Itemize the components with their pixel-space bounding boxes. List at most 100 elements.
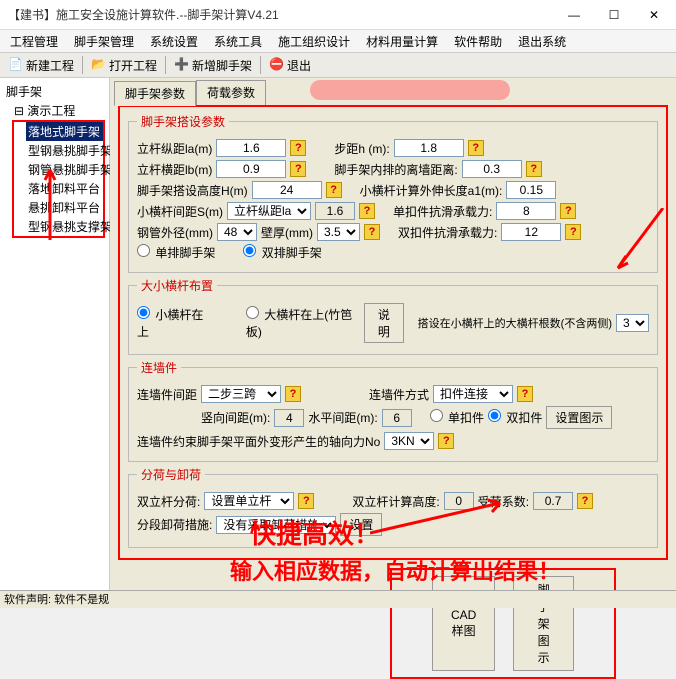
arrow-annotation [608,208,668,328]
label: 竖向间距(m): [201,409,270,426]
menu-item[interactable]: 材料用量计算 [360,31,444,52]
tree-root[interactable]: 脚手架 [4,82,105,101]
th-select[interactable]: 3.5 [317,223,360,241]
help-icon[interactable]: ? [468,140,484,156]
label: 双立杆分荷: [137,493,200,510]
label: 搭设在小横杆上的大横杆根数(不含两侧) [418,315,612,331]
toolbar: 📄新建工程 📂打开工程 ➕新增脚手架 ⛔退出 [0,52,676,78]
menu-item[interactable]: 脚手架管理 [68,31,140,52]
maximize-button[interactable]: ☐ [600,5,628,25]
exit-button[interactable]: ⛔退出 [265,55,315,76]
tab-scaffold-params[interactable]: 脚手架参数 [114,81,196,106]
help-icon[interactable]: ? [438,433,454,449]
new-project-button[interactable]: 📄新建工程 [4,55,78,76]
tool-label: 新建工程 [26,57,74,74]
fieldset-legend: 大小横杆布置 [137,277,217,294]
help-icon[interactable]: ? [577,493,593,509]
close-button[interactable]: ✕ [640,5,668,25]
menu-item[interactable]: 系统设置 [144,31,204,52]
arrow-annotation [20,160,80,240]
radio-single[interactable]: 单排脚手架 [137,244,215,261]
jj-select[interactable]: 二步三跨 [201,385,281,403]
fieldset-legend: 脚手架搭设参数 [137,113,229,130]
tab-load-params[interactable]: 荷载参数 [196,80,266,105]
radio-big-top[interactable]: 大横杆在上(竹笆板) [246,306,360,340]
fl-select[interactable]: 设置单立杆 [204,492,294,510]
dan-input[interactable] [496,202,556,220]
new-icon: 📄 [8,57,24,73]
label: 步距h (m): [334,140,389,157]
label: 连墙件约束脚手架平面外变形产生的轴向力No [137,433,380,450]
tool-label: 新增脚手架 [192,57,252,74]
label: 双扣件抗滑承载力: [398,224,497,241]
menu-item[interactable]: 施工组织设计 [272,31,356,52]
menu-bar: 工程管理 脚手架管理 系统设置 系统工具 施工组织设计 材料用量计算 软件帮助 … [0,30,676,52]
od-select[interactable]: 48 [217,223,257,241]
label: 小横杆计算外伸长度a1(m): [360,182,503,199]
sp-value [382,409,412,427]
radio-single-clip[interactable]: 单扣件 [430,409,484,426]
label: 立杆横距lb(m) [137,161,212,178]
shuang-input[interactable] [501,223,561,241]
help-icon[interactable]: ? [290,161,306,177]
h-input[interactable] [394,139,464,157]
radio-double-clip[interactable]: 双扣件 [488,409,542,426]
tool-label: 打开工程 [109,57,157,74]
arrow-annotation [370,498,510,538]
fieldset-legend: 分荷与卸荷 [137,466,205,483]
radio-double[interactable]: 双排脚手架 [243,244,321,261]
diagram-button[interactable]: 设置图示 [546,406,612,429]
label: 连墙件间距 [137,386,197,403]
no-select[interactable]: 3KN [384,432,434,450]
menu-item[interactable]: 退出系统 [512,31,572,52]
help-icon[interactable]: ? [526,161,542,177]
open-project-button[interactable]: 📂打开工程 [87,55,161,76]
s-value [315,202,355,220]
help-icon[interactable]: ? [359,203,375,219]
xs-value [533,492,573,510]
wall-input[interactable] [462,160,522,178]
la-input[interactable] [216,139,286,157]
label: 脚手架搭设高度H(m) [137,182,248,199]
tree-item[interactable]: 型钢悬挑脚手架 [26,141,103,160]
help-icon[interactable]: ? [560,203,576,219]
label: 钢管外径(mm) [137,224,213,241]
redaction [310,80,510,100]
s-select[interactable]: 立杆纵距la [227,202,311,220]
minimize-button[interactable]: — [560,5,588,25]
explain-button[interactable]: 说明 [364,303,404,343]
help-icon[interactable]: ? [565,224,581,240]
status-bar: 软件声明: 软件不是规 [0,590,676,608]
sidebar-tree: 脚手架 ⊟ 演示工程 落地式脚手架 型钢悬挑脚手架 钢管悬挑脚手架 落地卸料平台… [0,78,110,608]
tree-item[interactable]: 落地式脚手架 [26,122,103,141]
radio-small-top[interactable]: 小横杆在上 [137,306,210,340]
annotation-text: 输入相应数据，自动计算出结果！ [230,554,560,586]
help-icon[interactable]: ? [326,182,342,198]
fieldset-legend: 连墙件 [137,359,181,376]
tool-label: 退出 [287,57,311,74]
help-icon[interactable]: ? [298,493,314,509]
label: 连墙件方式 [369,386,429,403]
menu-item[interactable]: 软件帮助 [448,31,508,52]
menu-item[interactable]: 工程管理 [4,31,64,52]
exit-icon: ⛔ [269,57,285,73]
help-icon[interactable]: ? [364,224,380,240]
label: 分段卸荷措施: [137,516,212,533]
add-icon: ➕ [174,57,190,73]
label: 小横杆间距S(m) [137,203,223,220]
tree-project[interactable]: ⊟ 演示工程 [12,101,105,120]
label: 水平间距(m): [308,409,377,426]
help-icon[interactable]: ? [517,386,533,402]
lb-input[interactable] [216,160,286,178]
open-icon: 📂 [91,57,107,73]
label: 单扣件抗滑承载力: [393,203,492,220]
help-icon[interactable]: ? [290,140,306,156]
a1-input[interactable] [506,181,556,199]
help-icon[interactable]: ? [285,386,301,402]
sx-value [274,409,304,427]
add-scaffold-button[interactable]: ➕新增脚手架 [170,55,256,76]
menu-item[interactable]: 系统工具 [208,31,268,52]
fs-select[interactable]: 扣件连接 [433,385,513,403]
label: 立杆纵距la(m) [137,140,212,157]
height-input[interactable] [252,181,322,199]
